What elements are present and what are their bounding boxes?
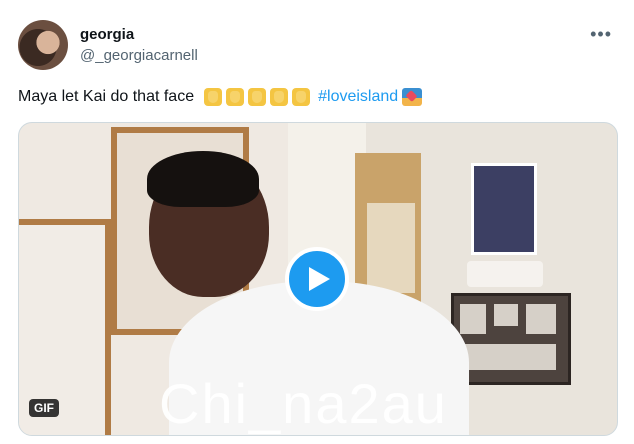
avatar[interactable] — [18, 20, 68, 70]
play-icon — [309, 267, 330, 291]
person-hair — [147, 151, 259, 207]
display-name[interactable]: georgia — [80, 26, 134, 43]
gif-media[interactable]: GIF Chi_na2au — [18, 122, 618, 436]
raised-hand-icon — [270, 88, 289, 106]
door-panel — [367, 203, 415, 293]
raised-hand-icon — [248, 88, 267, 106]
tweet-body: Maya let Kai do that face — [18, 88, 195, 105]
photo-collage — [451, 293, 571, 385]
hashtag-link[interactable]: #loveisland — [318, 88, 398, 106]
watermark-text: Chi_na2au — [159, 372, 448, 435]
user-handle[interactable]: @_georgiacarnell — [80, 47, 198, 64]
raised-hand-icon — [204, 88, 223, 106]
play-button[interactable] — [285, 247, 349, 311]
raised-hand-icon — [292, 88, 311, 106]
raised-hand-icon — [226, 88, 245, 106]
poster — [471, 163, 537, 255]
tweet-text: Maya let Kai do that face #loveisland — [18, 88, 423, 106]
more-options-icon[interactable]: ••• — [590, 24, 612, 45]
island-flag-icon — [402, 88, 423, 106]
wall-sign — [467, 261, 543, 287]
gif-badge: GIF — [29, 399, 59, 417]
